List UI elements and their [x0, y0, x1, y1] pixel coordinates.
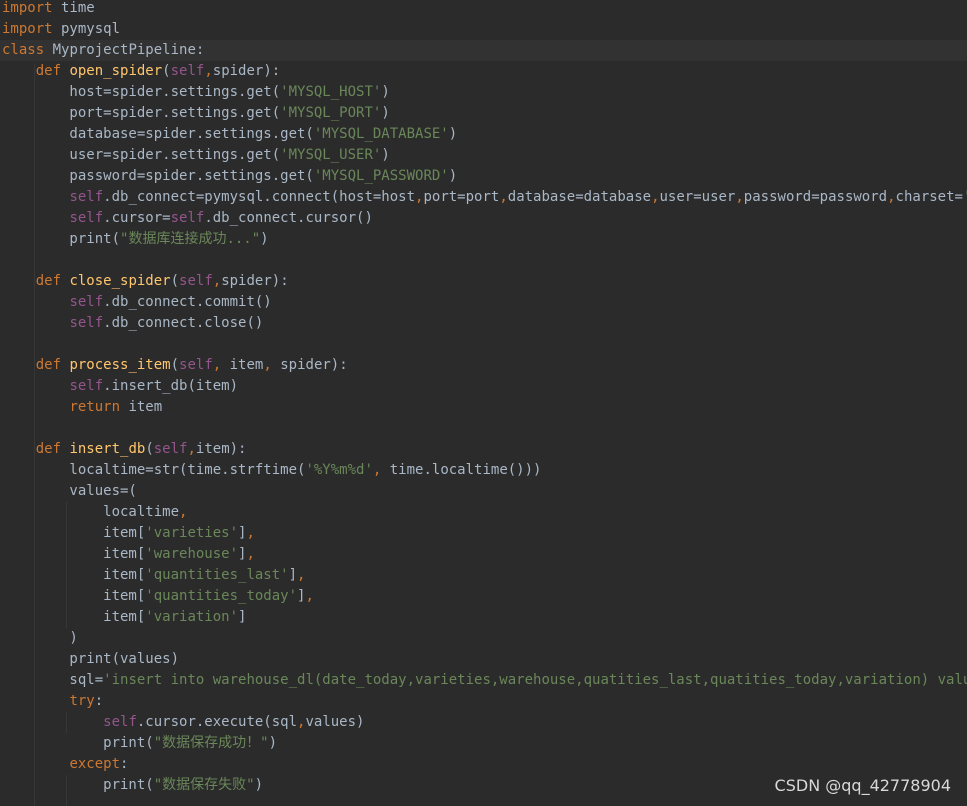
code-line[interactable]: self.db_connect.close(): [0, 313, 263, 334]
code-line[interactable]: print("数据库连接成功..."): [0, 229, 268, 250]
code-line-def[interactable]: def insert_db(self,item):: [0, 439, 247, 460]
code-line[interactable]: user=spider.settings.get('MYSQL_USER'): [0, 145, 389, 166]
code-line[interactable]: values=(: [0, 481, 136, 502]
code-line[interactable]: localtime=str(time.strftime('%Y%m%d', ti…: [0, 460, 541, 481]
code-line-blank[interactable]: [0, 334, 2, 355]
code-line[interactable]: self.db_connect=pymysql.connect(host=hos…: [0, 187, 967, 208]
watermark: CSDN @qq_42778904: [774, 776, 951, 795]
code-editor[interactable]: import time import pymysql class Myproject…: [0, 0, 967, 806]
code-line-def[interactable]: def open_spider(self,spider):: [0, 61, 280, 82]
code-line[interactable]: item['warehouse'],: [0, 544, 255, 565]
code-line[interactable]: port=spider.settings.get('MYSQL_PORT'): [0, 103, 389, 124]
code-line[interactable]: import pymysql: [0, 19, 120, 40]
code-line-blank[interactable]: [0, 418, 2, 439]
code-line[interactable]: import time: [0, 0, 95, 19]
code-line[interactable]: ): [0, 628, 77, 649]
code-line-def[interactable]: def process_item(self, item, spider):: [0, 355, 348, 376]
code-line-def[interactable]: def close_spider(self,spider):: [0, 271, 289, 292]
code-line[interactable]: host=spider.settings.get('MYSQL_HOST'): [0, 82, 389, 103]
code-line[interactable]: localtime,: [0, 502, 187, 523]
code-line[interactable]: item['quantities_last'],: [0, 565, 305, 586]
code-line[interactable]: print("数据保存失败"): [0, 775, 263, 796]
code-line[interactable]: try:: [0, 691, 103, 712]
code-line[interactable]: print("数据保存成功！"): [0, 733, 277, 754]
code-line[interactable]: self.db_connect.commit(): [0, 292, 271, 313]
code-line[interactable]: database=spider.settings.get('MYSQL_DATA…: [0, 124, 457, 145]
code-line[interactable]: item['varieties'],: [0, 523, 255, 544]
code-line[interactable]: item['quantities_today'],: [0, 586, 314, 607]
code-line[interactable]: sql='insert into warehouse_dl(date_today…: [0, 670, 967, 691]
code-line-blank[interactable]: [0, 250, 2, 271]
code-line[interactable]: class MyprojectPipeline:: [0, 40, 967, 61]
code-line[interactable]: except:: [0, 754, 128, 775]
code-line[interactable]: return item: [0, 397, 162, 418]
code-line[interactable]: print(values): [0, 649, 179, 670]
code-line[interactable]: self.insert_db(item): [0, 376, 238, 397]
code-line[interactable]: item['variation']: [0, 607, 246, 628]
code-line[interactable]: self.cursor=self.db_connect.cursor(): [0, 208, 372, 229]
code-line[interactable]: self.cursor.execute(sql,values): [0, 712, 364, 733]
code-line[interactable]: password=spider.settings.get('MYSQL_PASS…: [0, 166, 457, 187]
